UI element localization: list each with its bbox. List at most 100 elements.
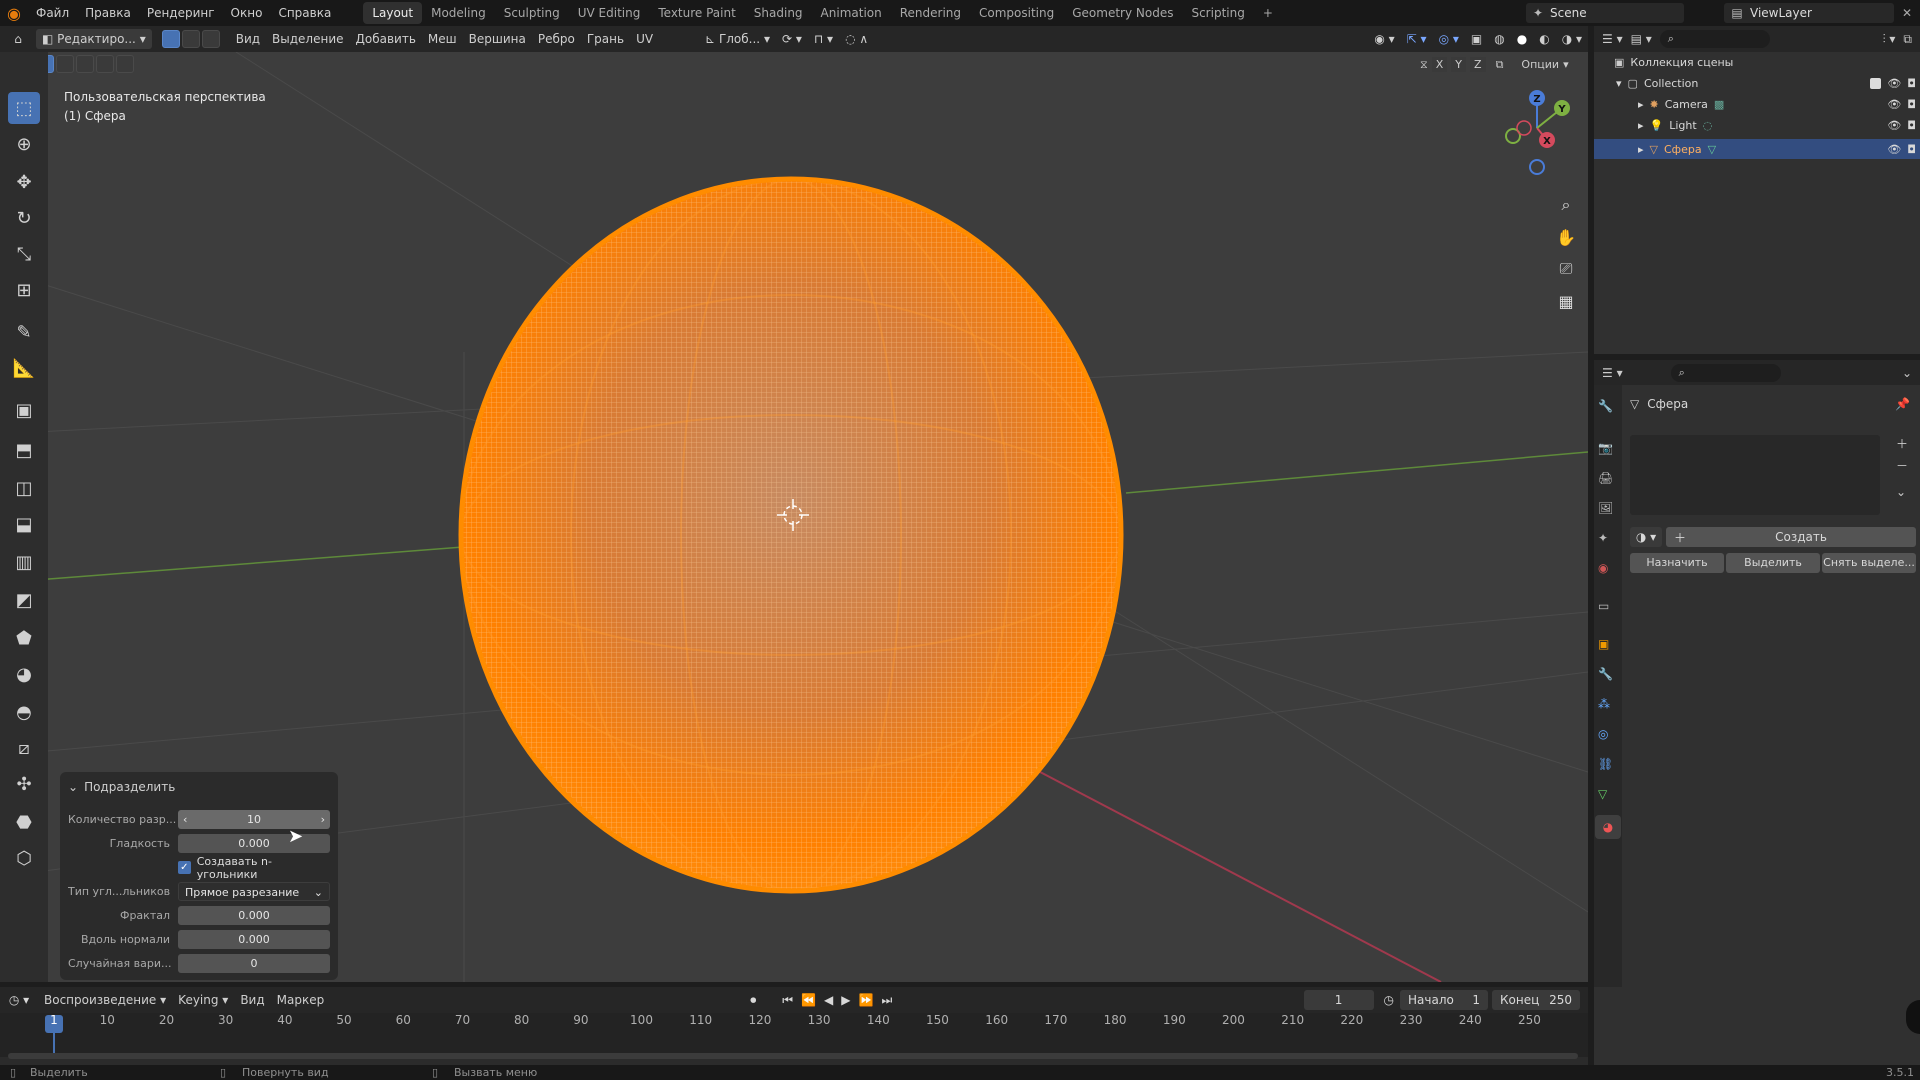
shear-tool-icon[interactable]: ⬣ [8, 806, 40, 838]
eye-icon[interactable]: 👁 [1887, 119, 1901, 132]
menu-view[interactable]: Вид [230, 26, 266, 52]
display-mode-icon[interactable]: ▤ ▾ [1631, 32, 1652, 46]
properties-editor-icon[interactable]: ☰ ▾ [1602, 366, 1623, 380]
outliner-row-camera[interactable]: ▸ ✸ Camera ▩ 👁 ◘ [1638, 98, 1916, 111]
expand-icon[interactable]: ▸ [1638, 119, 1644, 132]
inset-tool-icon[interactable]: ◫ [8, 472, 40, 504]
camera-render-icon[interactable]: ◘ [1907, 143, 1916, 156]
navigation-gizmo[interactable]: Z X Y [1505, 90, 1570, 175]
prev-keyframe-icon[interactable]: ⏪ [801, 993, 816, 1007]
tab-uv-editing[interactable]: UV Editing [569, 2, 650, 24]
play-icon[interactable]: ▶ [841, 993, 850, 1007]
add-cube-tool-icon[interactable]: ▣ [8, 394, 40, 426]
tab-compositing[interactable]: Compositing [970, 2, 1063, 24]
options-dropdown[interactable]: Опции [1521, 58, 1559, 71]
eye-icon[interactable]: 👁 [1887, 77, 1901, 90]
eye-icon[interactable]: 👁 [1887, 143, 1901, 156]
select-button[interactable]: Выделить [1726, 553, 1820, 573]
sphere-mesh[interactable] [458, 176, 1124, 894]
outliner-row-sphere[interactable]: ▸ ▽ Сфера ▽ 👁 ◘ [1594, 139, 1920, 159]
scene-selector[interactable]: ✦ Scene [1526, 3, 1684, 23]
menu-marker[interactable]: Маркер [271, 987, 331, 1013]
play-reverse-icon[interactable]: ◀ [824, 993, 833, 1007]
menu-timeline-view[interactable]: Вид [234, 987, 270, 1013]
outliner-row-light[interactable]: ▸ 💡 Light ◌ 👁 ◘ [1638, 119, 1916, 132]
jump-start-icon[interactable]: ⏮ [782, 993, 793, 1008]
add-workspace-button[interactable]: + [1254, 2, 1282, 24]
remove-slot-icon[interactable]: － [1896, 457, 1908, 474]
outliner-row-scene-collection[interactable]: ▣ Коллекция сцены [1614, 56, 1733, 69]
overlay-toggle-icon[interactable]: ◎ ▾ [1433, 26, 1465, 52]
modifier-tab-icon[interactable]: 🔧 [1598, 667, 1613, 681]
transform-orientation-dropdown[interactable]: ⊾ Глоб... ▾ [699, 26, 776, 52]
menu-window[interactable]: Окно [223, 0, 271, 26]
view-layer-tab-icon[interactable]: 🖼 [1598, 501, 1613, 515]
shading-wireframe-icon[interactable]: ◍ [1488, 26, 1510, 52]
rip-tool-icon[interactable]: ⬡ [8, 842, 40, 874]
camera-render-icon[interactable]: ◘ [1907, 77, 1916, 90]
camera-view-icon[interactable]: ⎚ [1552, 255, 1580, 283]
constraints-tab-icon[interactable]: ⛓ [1598, 757, 1613, 771]
knife-tool-icon[interactable]: ◩ [8, 584, 40, 616]
quad-corner-dropdown[interactable]: Прямое разрезание ⌄ [178, 882, 330, 901]
gizmo-toggle-icon[interactable]: ⇱ ▾ [1401, 26, 1433, 52]
move-tool-icon[interactable]: ✥ [8, 166, 40, 198]
operator-panel-header[interactable]: ⌄ Подразделить [68, 778, 330, 796]
blender-logo-icon[interactable]: ◉ [0, 4, 28, 23]
timeline-scrollbar[interactable] [8, 1053, 1578, 1059]
properties-search-field[interactable]: ⌕ [1670, 363, 1781, 382]
end-frame-field[interactable]: Конец 250 [1492, 990, 1580, 1010]
smooth-tool-icon[interactable]: ◓ [8, 696, 40, 728]
material-tab-icon[interactable]: ◕ [1595, 815, 1621, 839]
select-intersect-button[interactable] [116, 55, 134, 73]
extrude-tool-icon[interactable]: ⬒ [8, 434, 40, 466]
menu-playback[interactable]: Воспроизведение ▾ [38, 987, 172, 1013]
eye-icon[interactable]: 👁 [1887, 98, 1901, 111]
tab-modeling[interactable]: Modeling [422, 2, 495, 24]
visibility-icon[interactable]: ◉ ▾ [1368, 26, 1400, 52]
menu-edge[interactable]: Ребро [532, 26, 581, 52]
mode-selector[interactable]: ◧ Редактиро... ▾ [36, 29, 152, 49]
menu-select[interactable]: Выделение [266, 26, 349, 52]
tab-layout[interactable]: Layout [363, 2, 423, 24]
assign-button[interactable]: Назначить [1630, 553, 1724, 573]
tool-tab-icon[interactable]: 🔧 [1598, 399, 1613, 413]
increment-icon[interactable]: › [321, 810, 325, 829]
tab-texture-paint[interactable]: Texture Paint [649, 2, 744, 24]
annotate-tool-icon[interactable]: ✎ [8, 316, 40, 348]
record-icon[interactable]: ⏺ [750, 993, 756, 1008]
menu-edit[interactable]: Правка [77, 0, 139, 26]
proportional-edit-icon[interactable]: ◌ ∧ [839, 26, 874, 52]
current-frame-field[interactable]: 1 [1303, 990, 1374, 1010]
shrink-fatten-tool-icon[interactable]: ✣ [8, 768, 40, 800]
select-invert-button[interactable] [96, 55, 114, 73]
output-tab-icon[interactable]: 🖨 [1598, 471, 1613, 485]
close-view-layer-icon[interactable]: ✕ [1898, 4, 1916, 22]
scene-tab-icon[interactable]: ✦ [1598, 531, 1608, 545]
world-tab-icon[interactable]: ◉ [1598, 561, 1608, 575]
view-layer-selector[interactable]: ▤ ViewLayer [1724, 3, 1894, 23]
menu-add[interactable]: Добавить [350, 26, 422, 52]
xray-toggle-icon[interactable]: ▣ [1465, 26, 1488, 52]
menu-render[interactable]: Рендеринг [139, 0, 223, 26]
select-subtract-button[interactable] [76, 55, 94, 73]
jump-end-icon[interactable]: ⏭ [881, 993, 892, 1008]
timeline-editor-icon[interactable]: ◷ ▾ [0, 993, 38, 1007]
expand-icon[interactable]: ▸ [1638, 98, 1644, 111]
material-slot-list[interactable] [1630, 435, 1880, 515]
ngon-checkbox[interactable]: ✓ [178, 861, 191, 874]
object-tab-icon[interactable]: ▣ [1598, 637, 1609, 651]
shading-solid-icon[interactable]: ● [1511, 26, 1533, 52]
menu-uv[interactable]: UV [630, 26, 659, 52]
shading-rendered-icon[interactable]: ◑ ▾ [1556, 26, 1588, 52]
render-tab-icon[interactable]: 📷 [1598, 441, 1613, 455]
next-keyframe-icon[interactable]: ⏩ [858, 993, 873, 1007]
camera-render-icon[interactable]: ◘ [1907, 119, 1916, 132]
tab-scripting[interactable]: Scripting [1182, 2, 1253, 24]
edge-slide-tool-icon[interactable]: ⧄ [8, 732, 40, 764]
loop-cut-tool-icon[interactable]: ▥ [8, 546, 40, 578]
collection-tab-icon[interactable]: ▭ [1598, 599, 1609, 613]
perspective-toggle-icon[interactable]: ▦ [1552, 287, 1580, 315]
transform-tool-icon[interactable]: ⊞ [8, 274, 40, 306]
start-frame-field[interactable]: Начало 1 [1400, 990, 1488, 1010]
